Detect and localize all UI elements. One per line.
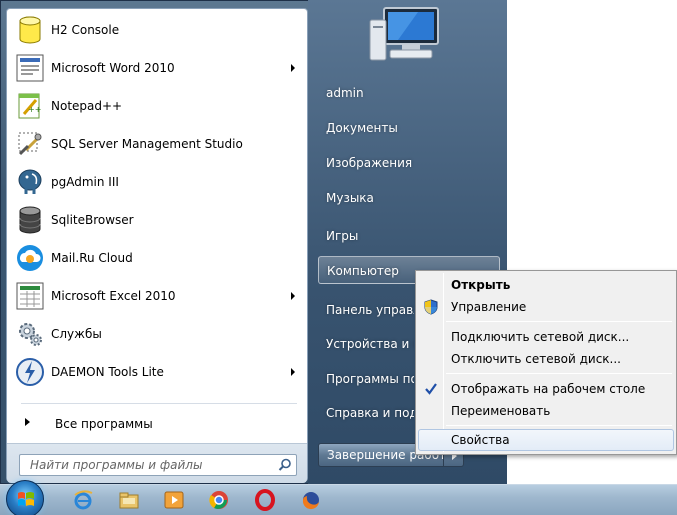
program-label: Microsoft Excel 2010 bbox=[51, 289, 176, 303]
program-item-word[interactable]: Microsoft Word 2010 bbox=[7, 49, 307, 87]
search-box[interactable] bbox=[19, 454, 297, 476]
ctx-item-label: Отключить сетевой диск... bbox=[451, 352, 621, 366]
pgadmin-elephant-icon bbox=[15, 167, 45, 197]
ctx-item-label: Подключить сетевой диск... bbox=[451, 330, 630, 344]
program-label: Mail.Ru Cloud bbox=[51, 251, 133, 265]
ctx-separator bbox=[446, 373, 672, 374]
program-label: SqliteBrowser bbox=[51, 213, 134, 227]
right-item-label: Устройства и принтеры bbox=[326, 337, 414, 351]
word-icon bbox=[15, 53, 45, 83]
program-item-notepad-plus-plus[interactable]: ++ Notepad++ bbox=[7, 87, 307, 125]
h2-database-icon bbox=[15, 15, 45, 45]
chrome-icon[interactable] bbox=[208, 489, 230, 511]
search-input[interactable] bbox=[20, 455, 272, 475]
program-item-pgadmin[interactable]: pgAdmin III bbox=[7, 163, 307, 201]
uac-shield-icon bbox=[423, 299, 439, 315]
windows-explorer-icon[interactable] bbox=[118, 489, 140, 511]
ssms-icon bbox=[15, 129, 45, 159]
ctx-item-show-on-desktop[interactable]: Отображать на рабочем столе bbox=[418, 378, 674, 400]
programs-panel: H2 Console Microsoft Word 2010 ++ Notepa… bbox=[6, 8, 308, 483]
mailru-cloud-icon bbox=[15, 243, 45, 273]
program-item-mailru-cloud[interactable]: Mail.Ru Cloud bbox=[7, 239, 307, 277]
ctx-item-properties[interactable]: Свойства bbox=[418, 429, 674, 451]
taskbar bbox=[0, 484, 677, 515]
right-items-obscured-group: Панель управления Устройства и принтеры … bbox=[318, 0, 414, 484]
ctx-separator bbox=[446, 425, 672, 426]
program-label: SQL Server Management Studio bbox=[51, 137, 243, 151]
ctx-item-label: Открыть bbox=[451, 278, 511, 292]
sqlite-database-icon bbox=[15, 205, 45, 235]
right-item-help-support[interactable]: Справка и поддержка bbox=[318, 399, 414, 427]
right-item-label: Панель управления bbox=[326, 303, 414, 317]
program-label: DAEMON Tools Lite bbox=[51, 365, 164, 379]
checkmark-icon bbox=[423, 381, 439, 397]
right-item-control-panel[interactable]: Панель управления bbox=[318, 296, 414, 324]
program-item-daemon-tools[interactable]: DAEMON Tools Lite bbox=[7, 353, 307, 391]
media-player-icon[interactable] bbox=[163, 489, 185, 511]
all-programs-button[interactable]: Все программы bbox=[13, 405, 303, 441]
submenu-arrow-icon[interactable] bbox=[291, 368, 295, 376]
right-item-devices-printers[interactable]: Устройства и принтеры bbox=[318, 330, 414, 358]
services-gears-icon bbox=[15, 319, 45, 349]
ctx-item-rename[interactable]: Переименовать bbox=[418, 400, 674, 422]
all-programs-label: Все программы bbox=[55, 417, 153, 431]
svg-text:++: ++ bbox=[28, 105, 41, 114]
program-label: Службы bbox=[51, 327, 102, 341]
ctx-item-label: Отображать на рабочем столе bbox=[451, 382, 646, 396]
program-label: H2 Console bbox=[51, 23, 120, 37]
ctx-separator bbox=[446, 321, 672, 322]
program-item-services[interactable]: Службы bbox=[7, 315, 307, 353]
firefox-icon[interactable] bbox=[300, 489, 322, 511]
ctx-item-open[interactable]: Открыть bbox=[418, 274, 674, 296]
program-item-h2-console[interactable]: H2 Console bbox=[7, 11, 307, 49]
context-menu: Открыть Управление Подключить сетевой ди… bbox=[415, 270, 677, 455]
program-label: Microsoft Word 2010 bbox=[51, 61, 175, 75]
submenu-arrow-icon[interactable] bbox=[291, 292, 295, 300]
pinned-programs-list: H2 Console Microsoft Word 2010 ++ Notepa… bbox=[7, 11, 307, 391]
programs-divider bbox=[21, 403, 297, 404]
ctx-item-label: Переименовать bbox=[451, 404, 551, 418]
daemon-tools-icon bbox=[15, 357, 45, 387]
notepad-plus-plus-icon: ++ bbox=[15, 91, 45, 121]
right-item-label: Программы по умолчанию bbox=[326, 372, 414, 386]
right-item-label: Справка и поддержка bbox=[326, 406, 414, 420]
ctx-item-label: Свойства bbox=[451, 433, 510, 447]
program-item-excel[interactable]: Microsoft Excel 2010 bbox=[7, 277, 307, 315]
start-orb-icon[interactable] bbox=[6, 480, 44, 515]
search-icon[interactable] bbox=[278, 458, 292, 472]
arrow-right-icon bbox=[25, 418, 30, 426]
program-item-sqlitebrowser[interactable]: SqliteBrowser bbox=[7, 201, 307, 239]
internet-explorer-icon[interactable] bbox=[72, 489, 94, 511]
submenu-arrow-icon[interactable] bbox=[291, 64, 295, 72]
program-label: Notepad++ bbox=[51, 99, 123, 113]
right-item-default-programs[interactable]: Программы по умолчанию bbox=[318, 365, 414, 393]
ctx-item-disconnect-network-drive[interactable]: Отключить сетевой диск... bbox=[418, 348, 674, 370]
excel-icon bbox=[15, 281, 45, 311]
program-label: pgAdmin III bbox=[51, 175, 119, 189]
ctx-item-manage[interactable]: Управление bbox=[418, 296, 674, 318]
ctx-item-label: Управление bbox=[451, 300, 527, 314]
ctx-item-map-network-drive[interactable]: Подключить сетевой диск... bbox=[418, 326, 674, 348]
opera-icon[interactable] bbox=[254, 489, 276, 511]
search-area bbox=[7, 443, 307, 483]
program-item-ssms[interactable]: SQL Server Management Studio bbox=[7, 125, 307, 163]
